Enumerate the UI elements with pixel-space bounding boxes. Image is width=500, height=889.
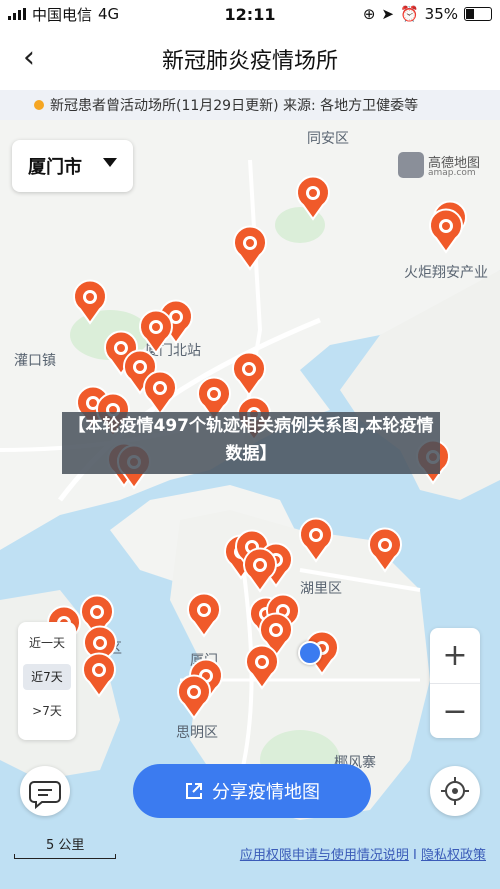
venue-pin[interactable] [142, 370, 178, 416]
venue-pin[interactable] [231, 351, 267, 397]
overlay-banner: 【本轮疫情497个轨迹相关病例关系图,本轮疫情数据】 [62, 412, 440, 474]
scale-label: 5 公里 [46, 838, 85, 853]
venue-pin[interactable] [186, 592, 222, 638]
place-label: 同安区 [307, 131, 349, 147]
lock-rotation-icon: ⊕ [362, 5, 376, 23]
place-label: 火炬翔安产业 [404, 265, 488, 281]
current-location-dot [298, 641, 322, 665]
status-bar: 中国电信 4G 12:11 ⊕ ➤ ⏰ 35% [0, 0, 500, 28]
time-filter-7days[interactable]: 近7天 [23, 664, 71, 690]
venue-pin[interactable] [295, 175, 331, 221]
caret-down-icon [103, 158, 117, 167]
status-right: ⊕ ➤ ⏰ 35% [363, 5, 492, 23]
locate-button[interactable] [430, 766, 480, 816]
time-filter-panel: 近一天 近7天 >7天 [18, 622, 76, 740]
venue-pin[interactable] [367, 527, 403, 573]
update-notice: 新冠患者曾活动场所(11月29日更新) 来源: 各地方卫健委等 [0, 90, 500, 120]
notice-dot-icon [34, 100, 44, 110]
zoom-out-button[interactable]: − [430, 684, 480, 739]
notice-text: 新冠患者曾活动场所(11月29日更新) 来源: 各地方卫健委等 [50, 98, 419, 114]
venue-pin[interactable] [176, 674, 212, 720]
nav-bar: ‹ 新冠肺炎疫情场所 [0, 28, 500, 90]
venue-pin[interactable] [298, 517, 334, 563]
city-selector[interactable]: 厦门市 [12, 140, 133, 192]
location-icon: ➤ [381, 5, 394, 23]
share-map-button[interactable]: 分享疫情地图 [133, 764, 371, 818]
time-filter-1day[interactable]: 近一天 [23, 630, 71, 656]
place-label: 灌口镇 [14, 353, 56, 369]
place-label: 湖里区 [300, 581, 342, 597]
chat-button[interactable] [20, 766, 70, 816]
amap-logo-icon [398, 152, 424, 178]
venue-pin[interactable] [72, 279, 108, 325]
permission-link[interactable]: 应用权限申请与使用情况说明 [240, 848, 409, 863]
venue-pin[interactable] [232, 225, 268, 271]
venue-pin[interactable] [428, 208, 464, 254]
venue-pin[interactable] [81, 652, 117, 698]
privacy-link[interactable]: 隐私权政策 [421, 848, 486, 863]
legal-links: 应用权限申请与使用情况说明 I 隐私权政策 [240, 844, 486, 863]
logo-sub: amap.com [428, 168, 476, 178]
crosshair-icon [441, 777, 469, 805]
city-label: 厦门市 [28, 157, 82, 178]
page-title: 新冠肺炎疫情场所 [161, 49, 338, 74]
scale-bar [14, 854, 116, 859]
venue-pin[interactable] [242, 547, 278, 593]
link-separator: I [413, 848, 417, 863]
map-scale: 5 公里 [14, 834, 116, 864]
chat-icon [29, 781, 61, 810]
alarm-icon: ⏰ [399, 5, 419, 23]
zoom-in-button[interactable]: + [430, 628, 480, 684]
share-label: 分享疫情地图 [212, 782, 320, 803]
battery-icon [464, 7, 492, 21]
share-icon [186, 783, 202, 799]
battery-label: 35% [424, 5, 458, 23]
venue-pin[interactable] [244, 644, 280, 690]
place-label: 思明区 [176, 725, 218, 741]
amap-logo: 高德地图 amap.com [398, 150, 486, 186]
zoom-control: + − [430, 628, 480, 738]
time-filter-over7days[interactable]: >7天 [23, 698, 71, 724]
